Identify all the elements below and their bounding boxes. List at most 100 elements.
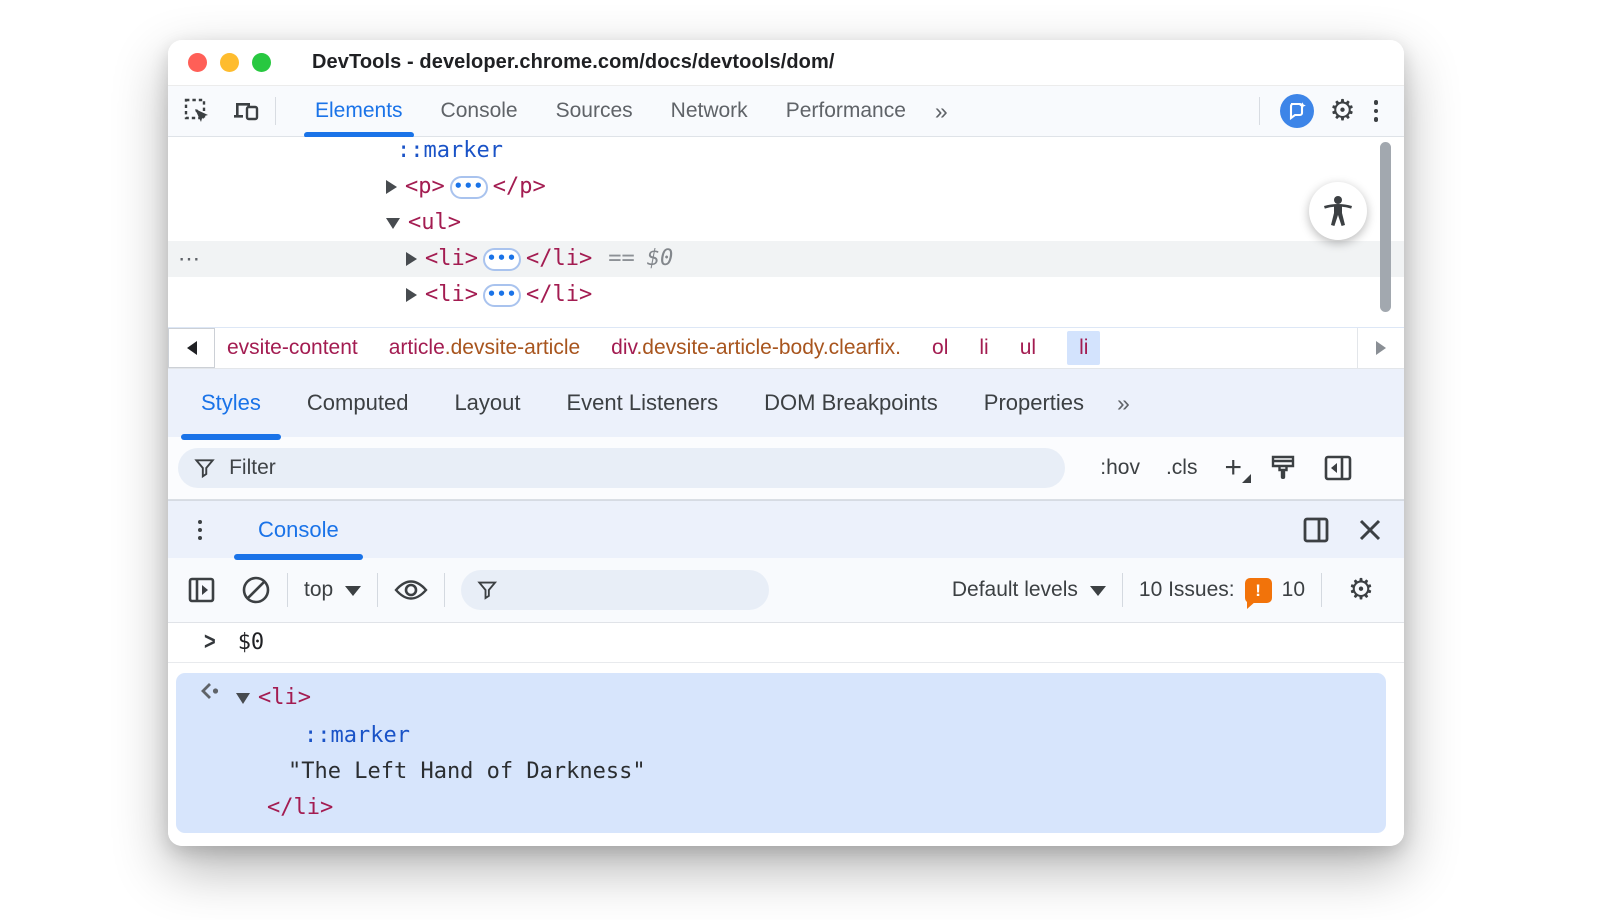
open-tag: <li> <box>425 282 478 307</box>
breadcrumb-item[interactable]: ul <box>1020 336 1036 360</box>
ellipsis-expand-icon[interactable]: ••• <box>482 283 521 307</box>
panel-tabs: Elements Console Sources Network Perform… <box>296 86 956 138</box>
text-node-value: "The Left Hand of Darkness" <box>288 759 646 784</box>
minimize-window-button[interactable] <box>220 53 239 72</box>
breadcrumb-item[interactable]: article.devsite-article <box>389 336 580 360</box>
toolbar-divider <box>1258 97 1260 125</box>
pseudo-element-marker[interactable]: ::marker <box>397 138 503 163</box>
ai-assistant-icon[interactable] <box>1279 94 1314 128</box>
dom-row-ul[interactable]: <ul> <box>168 205 1404 241</box>
devtools-window: DevTools - developer.chrome.com/docs/dev… <box>168 40 1404 846</box>
toggle-sidebar-icon[interactable] <box>1324 455 1352 481</box>
expand-arrow-icon[interactable] <box>406 252 417 266</box>
console-messages: > $0 <li> ::marker "The Left Hand of Dar… <box>168 623 1404 846</box>
result-line-open: <li> <box>176 678 1386 718</box>
tab-styles[interactable]: Styles <box>181 369 281 440</box>
settings-gear-icon[interactable]: ⚙ <box>1320 96 1366 126</box>
console-command: $0 <box>237 630 265 655</box>
chevron-down-icon <box>345 586 362 596</box>
issues-counter[interactable]: 10 Issues: ! 10 <box>1138 577 1305 609</box>
console-sidebar-toggle-icon[interactable] <box>188 577 215 603</box>
issues-label: 10 Issues: <box>1138 578 1235 601</box>
styles-filter-input[interactable] <box>229 456 1050 480</box>
toggle-hover-state-button[interactable]: :hov <box>1100 456 1140 480</box>
result-line-marker: ::marker <box>176 718 1386 754</box>
split-panel-icon[interactable] <box>1302 516 1330 544</box>
live-expression-eye-icon[interactable] <box>394 578 428 602</box>
clear-console-icon[interactable] <box>241 575 271 605</box>
tab-properties[interactable]: Properties <box>970 369 1098 437</box>
result-line-close: </li> <box>176 790 1386 826</box>
javascript-context-selector[interactable]: top <box>304 578 362 602</box>
console-command-row[interactable]: > $0 <box>168 623 1404 663</box>
rendering-brush-icon[interactable] <box>1270 454 1296 482</box>
dom-tree-scrollbar[interactable] <box>1380 142 1391 312</box>
console-filter-field[interactable] <box>461 570 770 610</box>
drawer-kebab-menu-icon[interactable] <box>190 519 210 540</box>
breadcrumb-item[interactable]: evsite-content <box>227 336 358 360</box>
expand-arrow-icon[interactable] <box>386 180 397 194</box>
breadcrumb-scroll-right-button[interactable] <box>1357 328 1404 368</box>
console-toolbar: top Default levels 10 Issues: ! 10 ⚙ <box>168 558 1404 623</box>
open-tag: <ul> <box>408 210 461 235</box>
breadcrumb-item[interactable]: div.devsite-article-body.clearfix. <box>611 336 901 360</box>
toolbar-divider <box>275 97 276 125</box>
close-tag: </li> <box>525 282 593 307</box>
styles-filter-field[interactable] <box>178 448 1066 488</box>
main-toolbar: Elements Console Sources Network Perform… <box>168 86 1404 138</box>
close-tag: </li> <box>525 246 593 271</box>
default-levels-dropdown[interactable]: Default levels <box>952 578 1106 602</box>
breadcrumb-item[interactable]: li <box>979 336 988 360</box>
tab-network[interactable]: Network <box>652 86 767 136</box>
open-tag: <li> <box>425 246 478 271</box>
console-result-block[interactable]: <li> ::marker "The Left Hand of Darkness… <box>176 673 1386 833</box>
elements-dom-tree: ::marker <p> ••• </p> <ul> ⋯ <li> ••• </li> =… <box>168 137 1404 327</box>
maximize-window-button[interactable] <box>252 53 271 72</box>
tab-elements[interactable]: Elements <box>296 86 422 138</box>
close-window-button[interactable] <box>188 53 207 72</box>
expand-arrow-icon[interactable] <box>406 288 417 302</box>
close-drawer-icon[interactable] <box>1358 518 1382 542</box>
dom-row-p[interactable]: <p> ••• </p> <box>168 169 1404 205</box>
more-tabs-icon[interactable]: » <box>925 98 956 125</box>
breadcrumb-items: evsite-content article.devsite-article d… <box>215 331 1357 365</box>
toggle-element-classes-button[interactable]: .cls <box>1166 456 1198 480</box>
collapse-arrow-icon[interactable] <box>236 692 250 704</box>
dom-row-marker[interactable]: ::marker <box>168 137 1404 169</box>
open-tag: <li> <box>258 685 311 710</box>
inspect-element-icon[interactable] <box>184 98 211 125</box>
accessibility-overlay-button[interactable] <box>1309 182 1367 240</box>
console-settings-gear-icon[interactable]: ⚙ <box>1338 575 1384 605</box>
device-toolbar-icon[interactable] <box>233 98 261 124</box>
dollar-zero-label: $0 <box>646 246 674 271</box>
ellipsis-expand-icon[interactable]: ••• <box>449 175 488 199</box>
tab-console[interactable]: Console <box>422 86 537 136</box>
more-tabs-icon[interactable]: » <box>1107 390 1138 417</box>
tab-computed[interactable]: Computed <box>293 369 423 437</box>
dom-row-li[interactable]: <li> ••• </li> <box>168 277 1404 313</box>
kebab-menu-icon[interactable] <box>1366 100 1387 122</box>
collapse-arrow-icon[interactable] <box>386 217 400 229</box>
tab-performance[interactable]: Performance <box>767 86 925 136</box>
tab-dom-breakpoints[interactable]: DOM Breakpoints <box>750 369 952 437</box>
funnel-icon <box>477 581 498 600</box>
breadcrumb-item-selected[interactable]: li <box>1067 331 1101 365</box>
tab-layout[interactable]: Layout <box>440 369 534 437</box>
issues-count: 10 <box>1281 578 1305 601</box>
close-tag: </li> <box>267 795 334 820</box>
ellipsis-expand-icon[interactable]: ••• <box>482 247 521 271</box>
titlebar: DevTools - developer.chrome.com/docs/dev… <box>168 40 1404 86</box>
tab-sources[interactable]: Sources <box>537 86 652 136</box>
row-options-icon[interactable]: ⋯ <box>178 241 201 277</box>
console-filter-input[interactable] <box>497 578 754 602</box>
breadcrumb: evsite-content article.devsite-article d… <box>168 327 1404 369</box>
issue-warning-icon: ! <box>1244 577 1272 609</box>
new-style-rule-button[interactable]: + <box>1224 453 1251 483</box>
dom-row-li-selected[interactable]: ⋯ <li> ••• </li> == $0 <box>168 241 1404 277</box>
tab-event-listeners[interactable]: Event Listeners <box>553 369 733 437</box>
tab-console-drawer[interactable]: Console <box>234 501 363 560</box>
console-drawer-header: Console <box>168 500 1404 560</box>
breadcrumb-item[interactable]: ol <box>932 336 948 360</box>
prompt-chevron-icon: > <box>204 628 216 656</box>
breadcrumb-scroll-left-button[interactable] <box>168 328 215 368</box>
